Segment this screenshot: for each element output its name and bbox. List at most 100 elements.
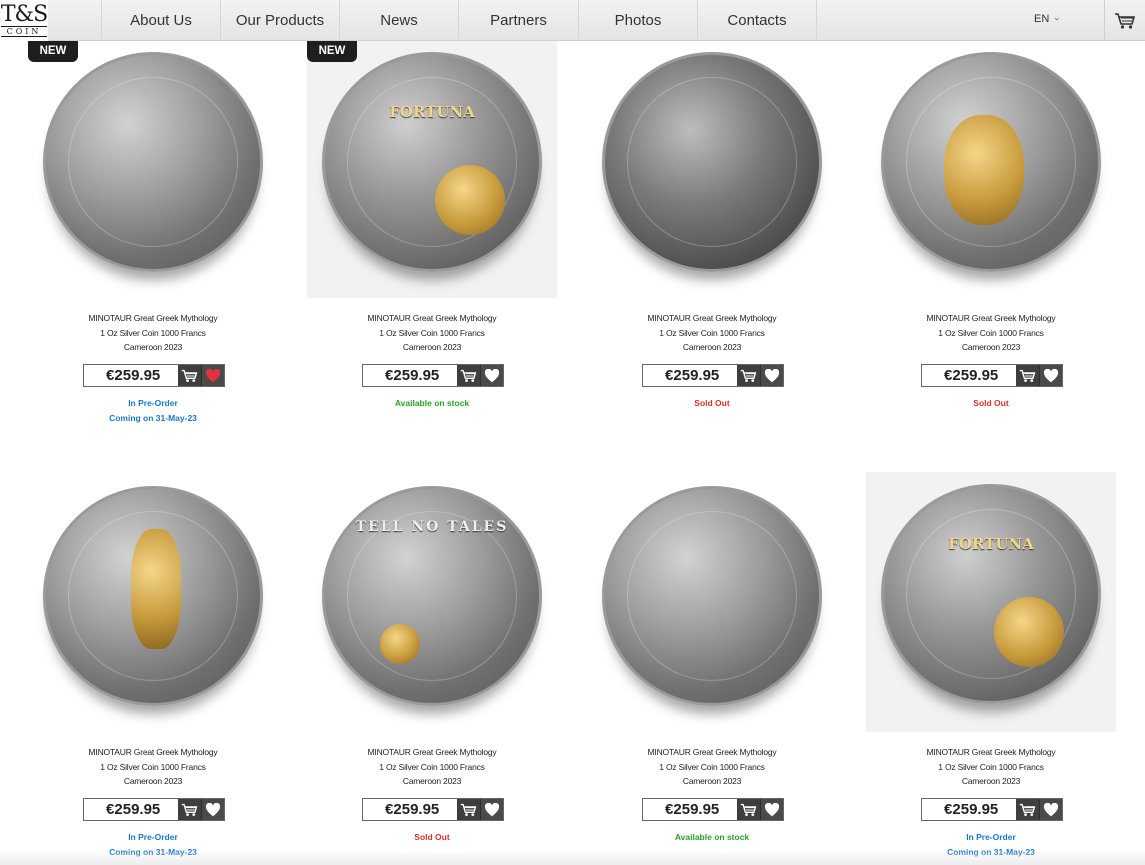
product-price: €259.95 [665, 801, 720, 818]
product-card: MINOTAUR Great Greek Mythology 1 Oz Silve… [587, 474, 837, 865]
product-image[interactable] [28, 474, 278, 734]
price-box: €259.95 [83, 798, 225, 821]
coin-image: TELL NO TALES [322, 486, 542, 706]
product-image[interactable]: FORTUNA [866, 472, 1116, 732]
shopping-cart-icon [182, 803, 198, 816]
add-to-cart-button[interactable] [737, 365, 761, 386]
product-card: MINOTAUR Great Greek Mythology 1 Oz Silve… [28, 474, 278, 865]
product-price: €259.95 [385, 367, 440, 384]
heart-icon [765, 802, 780, 816]
nav-photos[interactable]: Photos [578, 0, 697, 41]
heart-icon [206, 368, 221, 382]
add-to-cart-button[interactable] [457, 799, 481, 820]
top-navigation-bar: T&S COIN About Us Our Products News Part… [0, 0, 1145, 41]
product-price: €259.95 [106, 367, 161, 384]
price-box: €259.95 [921, 798, 1063, 821]
site-logo[interactable]: T&S COIN [0, 0, 48, 41]
wishlist-button[interactable] [760, 799, 783, 820]
logo-main-text: T&S [0, 2, 48, 27]
wishlist-button[interactable] [1039, 799, 1062, 820]
product-title[interactable]: MINOTAUR Great Greek Mythology 1 Oz Silve… [28, 311, 278, 355]
product-card: TELL NO TALES MINOTAUR Great Greek Mytho… [307, 474, 557, 865]
heart-icon [485, 802, 500, 816]
coin-image: FORTUNA [322, 52, 542, 272]
add-to-cart-button[interactable] [737, 799, 761, 820]
chevron-down-icon: › [1052, 17, 1063, 21]
shopping-cart-icon [182, 369, 198, 382]
wishlist-button[interactable] [480, 365, 503, 386]
price-box: €259.95 [362, 364, 504, 387]
product-image[interactable]: FORTUNA [307, 40, 557, 298]
header-cart-button[interactable] [1104, 0, 1145, 41]
wishlist-button[interactable] [201, 799, 224, 820]
stock-status: Sold Out [694, 398, 730, 408]
product-title[interactable]: MINOTAUR Great Greek Mythology 1 Oz Silve… [866, 745, 1116, 789]
product-title[interactable]: MINOTAUR Great Greek Mythology 1 Oz Silve… [587, 311, 837, 355]
add-to-cart-button[interactable] [178, 799, 202, 820]
coin-image [43, 486, 263, 706]
heart-icon [485, 368, 500, 382]
product-title[interactable]: MINOTAUR Great Greek Mythology 1 Oz Silve… [587, 745, 837, 789]
product-image[interactable] [28, 40, 278, 300]
add-to-cart-button[interactable] [1016, 365, 1040, 386]
stock-status: Sold Out [414, 832, 450, 842]
shopping-cart-icon [461, 369, 477, 382]
shopping-cart-icon [1115, 12, 1136, 29]
coin-image [602, 52, 822, 272]
add-to-cart-button[interactable] [178, 365, 202, 386]
product-price: €259.95 [944, 367, 999, 384]
shopping-cart-icon [461, 803, 477, 816]
product-card: MINOTAUR Great Greek Mythology 1 Oz Silve… [587, 40, 837, 440]
shopping-cart-icon [741, 803, 757, 816]
heart-icon [206, 802, 221, 816]
add-to-cart-button[interactable] [1016, 799, 1040, 820]
nav-news[interactable]: News [339, 0, 458, 41]
main-nav: About Us Our Products News Partners Phot… [101, 0, 817, 41]
coin-image [602, 486, 822, 706]
heart-icon [765, 368, 780, 382]
coin-image [881, 52, 1101, 272]
wishlist-button[interactable] [1039, 365, 1062, 386]
stock-status: Available on stock [394, 398, 470, 408]
product-title[interactable]: MINOTAUR Great Greek Mythology 1 Oz Silve… [307, 745, 557, 789]
product-price: €259.95 [385, 801, 440, 818]
new-badge: NEW [28, 40, 78, 62]
wishlist-button[interactable] [480, 799, 503, 820]
product-price: €259.95 [944, 801, 999, 818]
nav-about-us[interactable]: About Us [101, 0, 220, 41]
price-box: €259.95 [921, 364, 1063, 387]
shopping-cart-icon [741, 369, 757, 382]
coin-image: FORTUNA [881, 484, 1101, 704]
product-price: €259.95 [665, 367, 720, 384]
coin-inscription: TELL NO TALES [355, 519, 509, 535]
shopping-cart-icon [1020, 803, 1036, 816]
product-image[interactable] [587, 40, 837, 300]
stock-status: Sold Out [973, 398, 1009, 408]
nav-contacts[interactable]: Contacts [697, 0, 817, 41]
wishlist-button[interactable] [201, 365, 224, 386]
product-image[interactable] [587, 474, 837, 734]
new-badge: NEW [307, 40, 357, 62]
language-selector[interactable]: EN › [1034, 13, 1063, 25]
product-image[interactable] [866, 40, 1116, 300]
logo-sub-text: COIN [1, 26, 47, 37]
heart-icon [1044, 368, 1059, 382]
product-title[interactable]: MINOTAUR Great Greek Mythology 1 Oz Silve… [307, 311, 557, 355]
product-image[interactable]: TELL NO TALES [307, 474, 557, 734]
product-card: NEW MINOTAUR Great Greek Mythology 1 Oz S… [28, 40, 278, 440]
product-card: MINOTAUR Great Greek Mythology 1 Oz Silve… [866, 40, 1116, 440]
add-to-cart-button[interactable] [457, 365, 481, 386]
price-box: €259.95 [83, 364, 225, 387]
product-title[interactable]: MINOTAUR Great Greek Mythology 1 Oz Silve… [28, 745, 278, 789]
product-price: €259.95 [106, 801, 161, 818]
price-box: €259.95 [362, 798, 504, 821]
product-title[interactable]: MINOTAUR Great Greek Mythology 1 Oz Silve… [866, 311, 1116, 355]
nav-our-products[interactable]: Our Products [220, 0, 339, 41]
wishlist-button[interactable] [760, 365, 783, 386]
nav-partners[interactable]: Partners [458, 0, 578, 41]
product-card: FORTUNA NEW MINOTAUR Great Greek Mytholo… [307, 40, 557, 440]
heart-icon [1044, 802, 1059, 816]
language-label: EN [1034, 13, 1050, 25]
price-box: €259.95 [642, 364, 784, 387]
price-box: €259.95 [642, 798, 784, 821]
